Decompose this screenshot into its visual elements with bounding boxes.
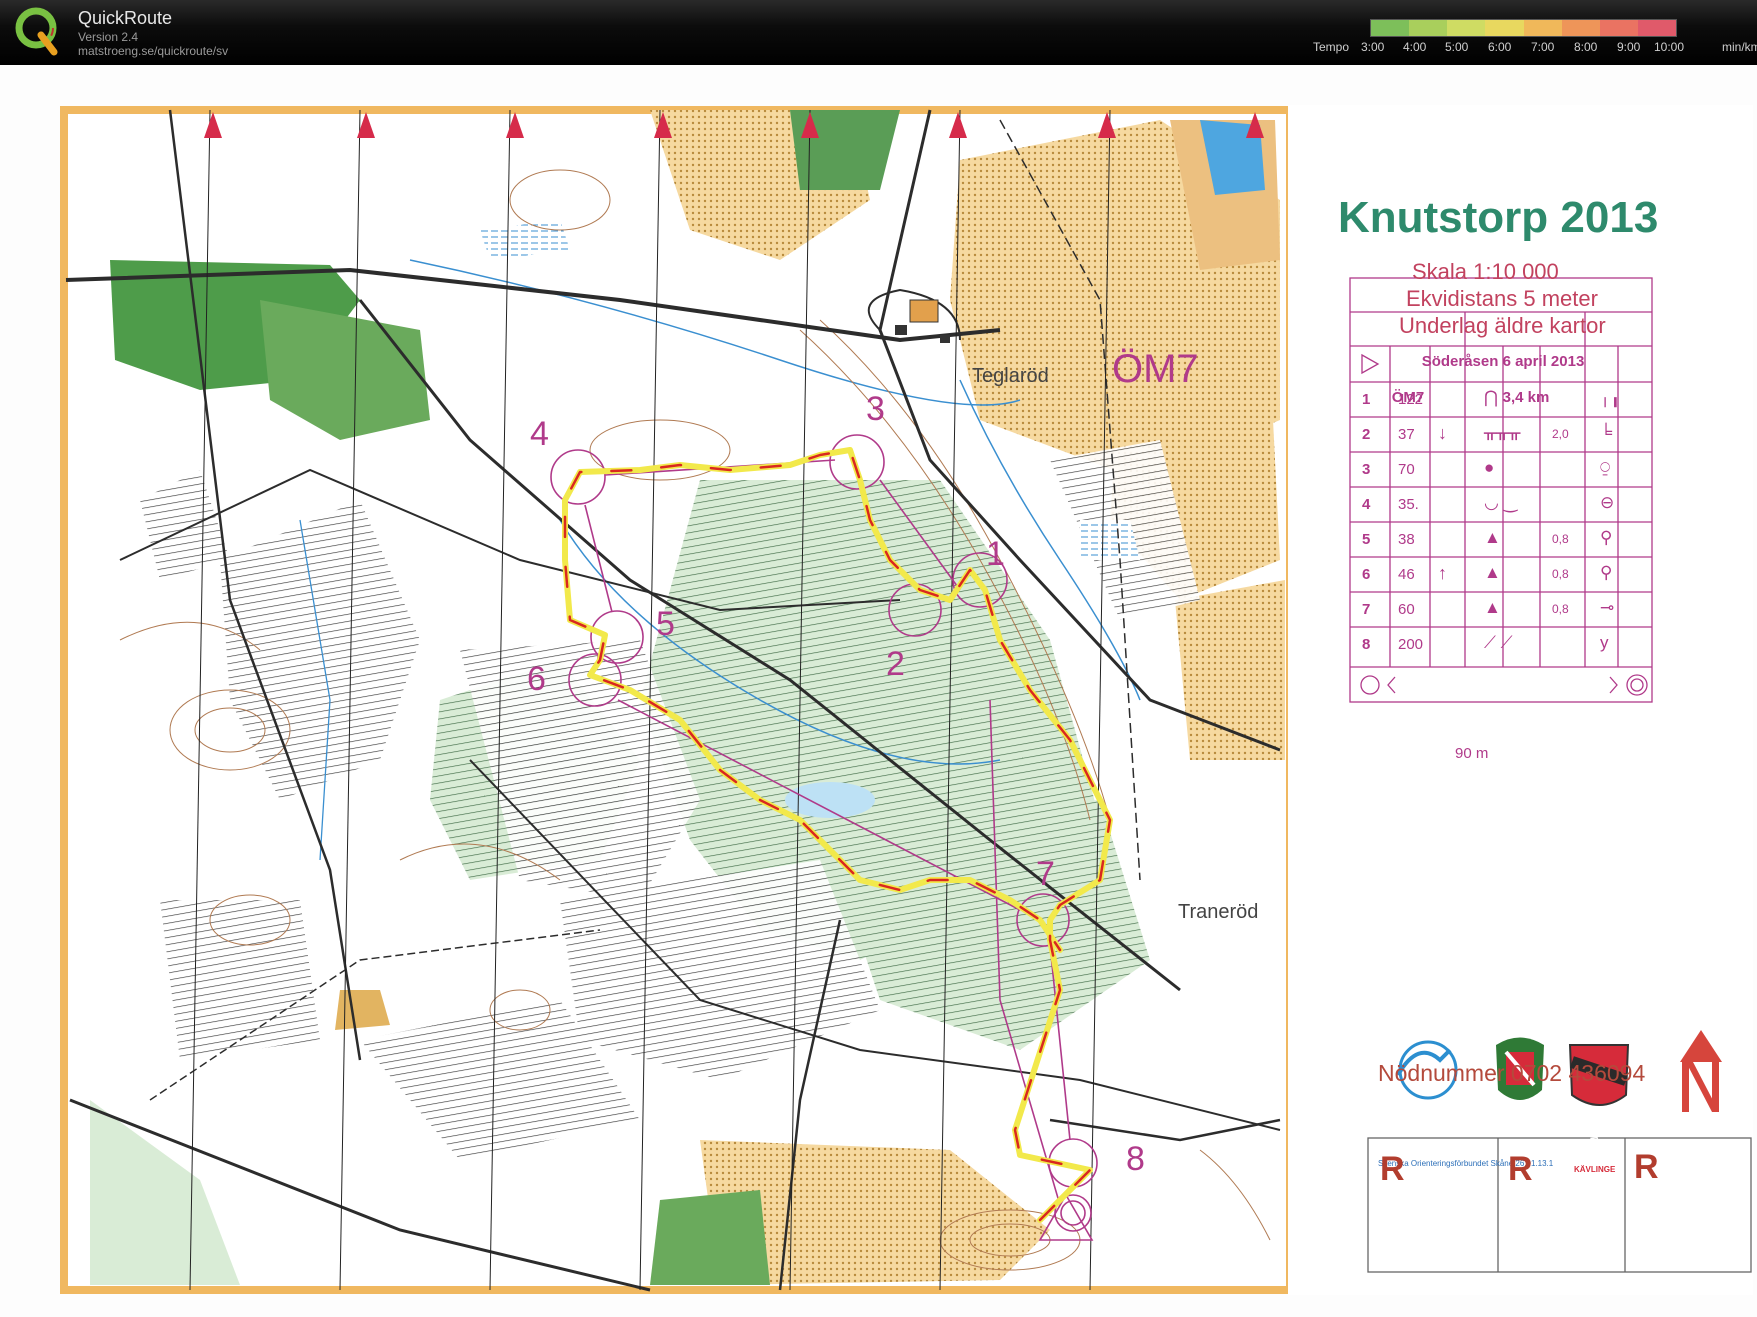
control-location-icon: ⊸ [1600, 598, 1615, 617]
control-code: 200 [1398, 636, 1424, 653]
pace-color-segment [1523, 20, 1562, 36]
app-version: Version 2.4 [78, 30, 139, 44]
description-row: 1 122 ⋂ ╷╻ [1352, 382, 1654, 417]
control-location-icon: ╷╻ [1600, 388, 1621, 407]
control-code: 37 [1398, 426, 1415, 443]
description-row: 7 60 ▲ 0,8 ⊸ [1352, 592, 1654, 627]
control-feature-icon: ▲ [1484, 563, 1501, 582]
control-number: 8 [1362, 636, 1371, 653]
pace-tick: 10:00 [1654, 40, 1685, 54]
control-number: 1 [986, 535, 1005, 573]
control-feature-icon: ⋂ [1484, 388, 1498, 407]
pace-color-segment [1599, 20, 1638, 36]
control-number: 6 [527, 660, 546, 698]
pace-tick: 3:00 [1361, 40, 1385, 54]
control-location-icon: ⚲ [1600, 528, 1613, 547]
control-dimension: 0,8 [1552, 532, 1569, 546]
description-row: 6 46 ↑ ▲ 0,8 ⚲ [1352, 557, 1654, 592]
pace-tick: 8:00 [1574, 40, 1598, 54]
pace-label: Tempo [1313, 40, 1350, 54]
control-number: 4 [1362, 496, 1371, 513]
pace-color-segment [1447, 20, 1486, 36]
description-row: 5 38 ▲ 0,8 ⚲ [1352, 522, 1654, 557]
control-number: 5 [656, 605, 675, 643]
kavlinge-logo-text: KÄVLINGE [1574, 1165, 1616, 1174]
control-number: 3 [866, 390, 885, 428]
control-code: 46 [1398, 566, 1415, 583]
control-location-icon: ╘ [1600, 423, 1613, 442]
control-location-icon: ⊖ [1600, 493, 1615, 512]
control-number: 2 [1362, 426, 1371, 443]
orienteering-map[interactable]: Knutstorp 2013 Skala 1:10 000 Ekvidistan… [0, 65, 1757, 1317]
pace-tick: 9:00 [1617, 40, 1641, 54]
control-code: 38 [1398, 531, 1415, 548]
control-feature-icon: ▲ [1484, 598, 1501, 617]
control-number: 1 [1362, 391, 1371, 408]
control-number: 4 [530, 415, 549, 453]
pace-color-segment [1409, 20, 1448, 36]
control-location-icon: ⚲ [1600, 563, 1613, 582]
event-title: Söderåsen 6 april 2013 [1421, 353, 1585, 370]
app-title: QuickRoute [78, 8, 173, 28]
control-feature-icon: ◡ ‿ [1484, 493, 1518, 512]
control-feature-icon: ᚂᚂᚂ [1484, 423, 1521, 442]
control-direction: ↓ [1438, 423, 1447, 443]
description-row: 8 200 ⟋ ⟋ y [1352, 627, 1654, 662]
control-code: 35. [1398, 496, 1419, 513]
control-dimension: 0,8 [1552, 602, 1569, 616]
control-direction: ↑ [1438, 563, 1447, 583]
place-name: Teglaröd [972, 365, 1049, 387]
control-location-icon: y [1600, 633, 1609, 652]
club-logo-text: FOK [1508, 1127, 1530, 1138]
map-canvas[interactable] [0, 65, 1757, 1317]
control-number: 8 [1126, 1140, 1145, 1178]
control-number: 6 [1362, 566, 1371, 583]
runner-box-label: R [1508, 1150, 1533, 1188]
control-code: 70 [1398, 461, 1415, 478]
map-title: Knutstorp 2013 [1338, 193, 1659, 242]
control-feature-icon: ⟋ ⟋ [1484, 633, 1513, 652]
pace-color-segment [1485, 20, 1524, 36]
emergency-number: Nödnummer 0702 436094 [1378, 1060, 1646, 1086]
description-row: 4 35. ◡ ‿ ⊖ [1352, 487, 1654, 522]
runner-box-label: R [1634, 1148, 1659, 1186]
control-number: 5 [1362, 531, 1371, 548]
map-scale: Skala 1:10 000 [1412, 259, 1559, 284]
description-row: 2 37 ↓ ᚂᚂᚂ 2,0 ╘ [1352, 417, 1654, 452]
finish-distance: 90 m [1455, 745, 1489, 762]
quickroute-logo-icon [15, 7, 58, 56]
pace-color-segment [1371, 20, 1410, 36]
control-code: 60 [1398, 601, 1415, 618]
control-number: 2 [886, 645, 905, 683]
pace-color-segment [1637, 20, 1676, 36]
quickroute-header: QuickRoute Version 2.4 matstroeng.se/qui… [0, 0, 1757, 65]
pace-unit: min/km [1722, 40, 1757, 54]
control-location-icon: ⍜ [1600, 458, 1611, 477]
control-dimension: 2,0 [1552, 427, 1569, 441]
map-equidistance: Ekvidistans 5 meter [1406, 286, 1598, 311]
control-number: 7 [1362, 601, 1371, 618]
runner-box-label: R [1380, 1150, 1405, 1188]
pace-tick: 5:00 [1445, 40, 1469, 54]
pace-tick: 7:00 [1531, 40, 1555, 54]
control-feature-icon: ● [1484, 458, 1495, 477]
control-number: 7 [1036, 855, 1055, 893]
place-name: Traneröd [1178, 901, 1259, 923]
control-dimension: 0,8 [1552, 567, 1569, 581]
course-class-label: ÖM7 [1112, 347, 1199, 391]
pace-color-scale [1370, 19, 1677, 37]
map-base-note: Underlag äldre kartor [1399, 313, 1606, 338]
app-url: matstroeng.se/quickroute/sv [78, 44, 229, 58]
control-code: 122 [1398, 391, 1424, 408]
pace-tick: 6:00 [1488, 40, 1512, 54]
pace-tick: 4:00 [1403, 40, 1427, 54]
control-feature-icon: ▲ [1484, 528, 1501, 547]
description-row: 3 70 ● ⍜ [1352, 452, 1654, 487]
control-number: 3 [1362, 461, 1371, 478]
pace-color-segment [1561, 20, 1600, 36]
